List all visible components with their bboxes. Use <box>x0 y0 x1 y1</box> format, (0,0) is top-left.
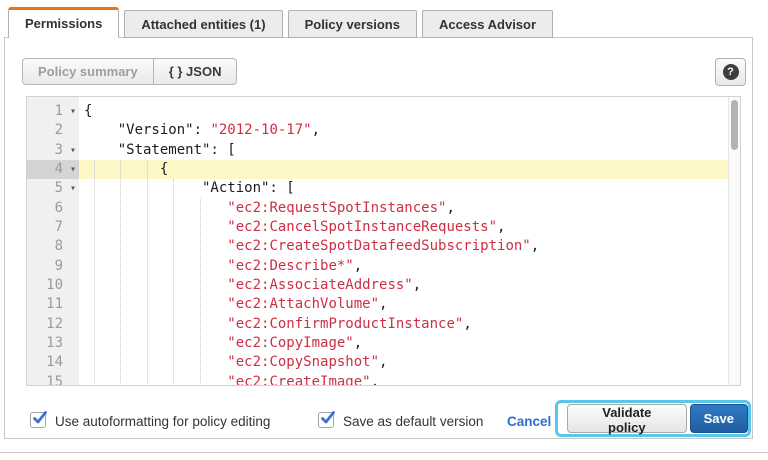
code-line[interactable]: { <box>79 160 728 179</box>
gutter-line-number: 11 <box>27 295 79 314</box>
code-line[interactable]: "ec2:CancelSpotInstanceRequests", <box>79 218 728 237</box>
default-version-label: Save as default version <box>343 414 483 429</box>
save-button[interactable]: Save <box>690 404 748 433</box>
action-buttons-highlight-box: Validate policy Save <box>555 400 751 437</box>
fold-arrow-icon[interactable]: ▾ <box>70 179 76 198</box>
tab-attached-entities[interactable]: Attached entities (1) <box>124 10 282 38</box>
gutter-line-number: 4▾ <box>27 160 79 179</box>
code-editor[interactable]: 1▾23▾4▾5▾6789101112131415 { "Version": "… <box>26 96 741 386</box>
checkmark-icon <box>320 410 336 426</box>
gutter-line-number: 12 <box>27 315 79 334</box>
fold-arrow-icon[interactable]: ▾ <box>70 141 76 160</box>
autoformat-label: Use autoformatting for policy editing <box>55 414 270 429</box>
fold-arrow-icon[interactable]: ▾ <box>70 160 76 179</box>
code-line[interactable]: "Action": [ <box>79 179 728 198</box>
gutter-line-number: 6 <box>27 199 79 218</box>
gutter-line-number: 14 <box>27 353 79 372</box>
code-line[interactable]: "ec2:CreateSpotDatafeedSubscription", <box>79 237 728 256</box>
gutter-line-number: 13 <box>27 334 79 353</box>
iam-policy-editor-screen: Permissions Attached entities (1) Policy… <box>0 0 768 460</box>
view-toggle: Policy summary { } JSON <box>22 58 237 85</box>
gutter-line-number: 7 <box>27 218 79 237</box>
tab-permissions[interactable]: Permissions <box>8 7 119 38</box>
help-button[interactable]: ? <box>715 58 746 86</box>
gutter-line-number: 15 <box>27 373 79 386</box>
code-line[interactable]: { <box>79 102 728 121</box>
gutter-line-number: 10 <box>27 276 79 295</box>
permissions-panel: Policy summary { } JSON ? 1▾23▾4▾5▾67891… <box>4 37 753 439</box>
gutter-line-number: 5▾ <box>27 179 79 198</box>
gutter-line-number: 8 <box>27 237 79 256</box>
editor-scrollbar-thumb[interactable] <box>731 100 738 150</box>
code-line[interactable]: "ec2:Describe*", <box>79 257 728 276</box>
tab-policy-versions[interactable]: Policy versions <box>288 10 417 38</box>
gutter-line-number: 3▾ <box>27 141 79 160</box>
gutter-line-number: 9 <box>27 257 79 276</box>
tab-bar: Permissions Attached entities (1) Policy… <box>8 7 553 38</box>
question-mark-icon: ? <box>723 64 739 80</box>
editor-gutter: 1▾23▾4▾5▾6789101112131415 <box>27 97 79 385</box>
fold-arrow-icon[interactable]: ▾ <box>70 102 76 121</box>
code-line[interactable]: "ec2:CreateImage", <box>79 373 728 386</box>
gutter-line-number: 2 <box>27 121 79 140</box>
code-line[interactable]: "ec2:AttachVolume", <box>79 295 728 314</box>
bottom-divider <box>0 452 768 453</box>
checkmark-icon <box>32 410 48 426</box>
policy-summary-button[interactable]: Policy summary <box>23 59 154 84</box>
tab-access-advisor[interactable]: Access Advisor <box>422 10 553 38</box>
editor-scrollbar-track[interactable] <box>728 97 740 385</box>
cancel-link[interactable]: Cancel <box>507 414 551 429</box>
code-line[interactable]: "Version": "2012-10-17", <box>79 121 728 140</box>
code-line[interactable]: "ec2:CopySnapshot", <box>79 353 728 372</box>
autoformat-checkbox[interactable] <box>30 412 46 428</box>
json-toggle-button[interactable]: { } JSON <box>154 59 237 84</box>
code-line[interactable]: "ec2:AssociateAddress", <box>79 276 728 295</box>
validate-policy-button[interactable]: Validate policy <box>567 404 687 433</box>
code-line[interactable]: "ec2:CopyImage", <box>79 334 728 353</box>
code-line[interactable]: "ec2:RequestSpotInstances", <box>79 199 728 218</box>
editor-code-area[interactable]: { "Version": "2012-10-17", "Statement": … <box>79 97 728 385</box>
code-line[interactable]: "ec2:ConfirmProductInstance", <box>79 315 728 334</box>
gutter-line-number: 1▾ <box>27 102 79 121</box>
default-version-checkbox[interactable] <box>318 412 334 428</box>
code-line[interactable]: "Statement": [ <box>79 141 728 160</box>
